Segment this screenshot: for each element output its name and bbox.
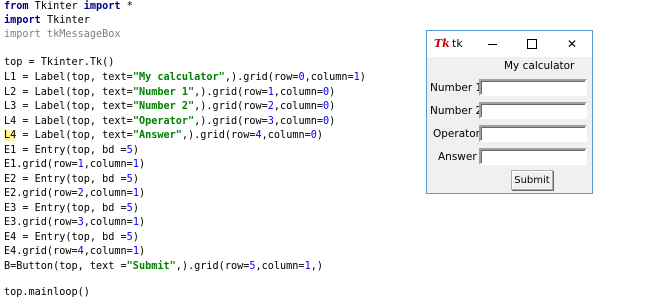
code-line-16: E3.grid(row=3,column=1) [4, 216, 145, 230]
code-keyword: import [83, 1, 121, 12]
code-line-5: top = Tkinter.Tk() [4, 57, 115, 68]
code-line-19: B=Button(top, text ="Submit",).grid(row=… [4, 260, 323, 274]
operator-input[interactable] [479, 125, 587, 142]
code-text: ,column= [83, 188, 133, 199]
highlighted-token: L4 [4, 130, 17, 141]
code-line-14: E2.grid(row=2,column=1) [4, 187, 145, 201]
minimize-icon [487, 43, 497, 45]
code-text: ,column= [273, 101, 323, 112]
code-text: ,).grid(row= [194, 87, 268, 98]
code-text: ) [132, 232, 139, 243]
code-text: ,column= [304, 72, 354, 83]
code-line-2: import Tkinter [4, 14, 90, 28]
number1-input[interactable] [479, 79, 587, 96]
code-text: ,column= [83, 217, 133, 228]
code-string: "Number 1" [132, 87, 195, 98]
number2-label: Number 2 [430, 105, 483, 117]
code-text: L4 = Label(top, text= [4, 116, 133, 127]
code-line-17: E4 = Entry(top, bd =5) [4, 231, 139, 245]
close-icon: ✕ [566, 37, 578, 51]
window-client: My calculator Number 1 Number 2 Operator… [427, 57, 592, 193]
code-string: "Operator" [132, 116, 195, 127]
code-text: Tkinter [40, 15, 90, 26]
answer-label: Answer [438, 151, 477, 163]
code-line-21: top.mainloop() [4, 287, 90, 298]
code-line-7: L2 = Label(top, text="Number 1",).grid(r… [4, 86, 335, 100]
code-text: ,).grid(row= [194, 116, 268, 127]
code-line-11: E1 = Entry(top, bd =5) [4, 144, 139, 158]
code-text: * [120, 1, 133, 12]
code-text: ) [329, 87, 336, 98]
code-text: ,).grid(row= [194, 101, 268, 112]
code-text: E3.grid(row= [4, 217, 78, 228]
window-titlebar[interactable]: Tk tk ✕ [427, 31, 592, 57]
maximize-button[interactable] [512, 31, 552, 57]
code-text: L2 = Label(top, text= [4, 87, 133, 98]
code-text: ) [138, 159, 146, 170]
code-text: ) [329, 101, 336, 112]
code-text: E2 = Entry(top, bd = [4, 174, 127, 185]
code-text: ) [138, 188, 146, 199]
code-line-10: L4 = Label(top, text="Answer",).grid(row… [4, 129, 323, 143]
code-keyword: import [4, 15, 41, 26]
minimize-button[interactable] [472, 31, 512, 57]
code-line-6: L1 = Label(top, text="My calculator",).g… [4, 71, 366, 85]
window-title: tk [452, 37, 463, 50]
code-text: E3 = Entry(top, bd = [4, 203, 127, 214]
code-line-15: E3 = Entry(top, bd =5) [4, 202, 139, 216]
operator-label: Operator [433, 128, 480, 140]
code-text: Tkinter [28, 1, 84, 12]
code-text: ) [132, 203, 139, 214]
code-text: E4.grid(row= [4, 246, 78, 257]
tk-window: Tk tk ✕ My calculator Number 1 Number 2 … [426, 30, 593, 194]
number2-input[interactable] [479, 102, 587, 119]
maximize-icon [527, 39, 537, 49]
code-text: ) [132, 174, 139, 185]
code-text: E4 = Entry(top, bd = [4, 232, 127, 243]
code-text: E2.grid(row= [4, 188, 78, 199]
code-text: ) [138, 217, 146, 228]
code-text: ,column= [83, 159, 133, 170]
code-text: L1 = Label(top, text= [4, 72, 133, 83]
code-keyword: from [4, 1, 29, 12]
code-text: ) [138, 246, 146, 257]
code-text: ,) [310, 261, 323, 272]
code-text: ,column= [273, 87, 323, 98]
code-string: "Number 2" [132, 101, 195, 112]
code-string: "My calculator" [132, 72, 225, 83]
code-text: ,).grid(row= [181, 130, 256, 141]
close-button[interactable]: ✕ [552, 31, 592, 57]
submit-button[interactable]: Submit [511, 170, 553, 190]
code-text: ,column= [255, 261, 305, 272]
code-line-18: E4.grid(row=4,column=1) [4, 245, 145, 259]
tk-feather-icon: Tk [434, 37, 450, 50]
answer-input[interactable] [479, 148, 587, 165]
code-line-3: import tkMessageBox [4, 29, 121, 40]
code-text: ,column= [261, 130, 311, 141]
code-text: ) [329, 116, 336, 127]
code-text: ) [359, 72, 366, 83]
code-string: "Answer" [132, 130, 182, 141]
code-line-8: L3 = Label(top, text="Number 2",).grid(r… [4, 100, 335, 114]
code-string: "Submit" [126, 261, 176, 272]
number1-label: Number 1 [430, 82, 483, 94]
code-line-13: E2 = Entry(top, bd =5) [4, 173, 139, 187]
calculator-heading: My calculator [504, 60, 575, 72]
code-text: B=Button(top, text = [4, 261, 127, 272]
code-text: ,column= [83, 246, 133, 257]
code-text: E1 = Entry(top, bd = [4, 145, 127, 156]
code-text: L3 = Label(top, text= [4, 101, 133, 112]
code-line-12: E1.grid(row=1,column=1) [4, 158, 145, 172]
code-line-9: L4 = Label(top, text="Operator",).grid(r… [4, 115, 335, 129]
code-text: ,column= [273, 116, 323, 127]
code-text: ) [132, 145, 139, 156]
code-text: ,).grid(row= [224, 72, 299, 83]
code-editor[interactable]: from Tkinter import * import Tkinter imp… [0, 0, 420, 300]
code-text: E1.grid(row= [4, 159, 78, 170]
code-text: ,).grid(row= [175, 261, 250, 272]
code-text: = Label(top, text= [16, 130, 133, 141]
code-text: ) [316, 130, 324, 141]
code-line-1: from Tkinter import * [4, 0, 133, 14]
